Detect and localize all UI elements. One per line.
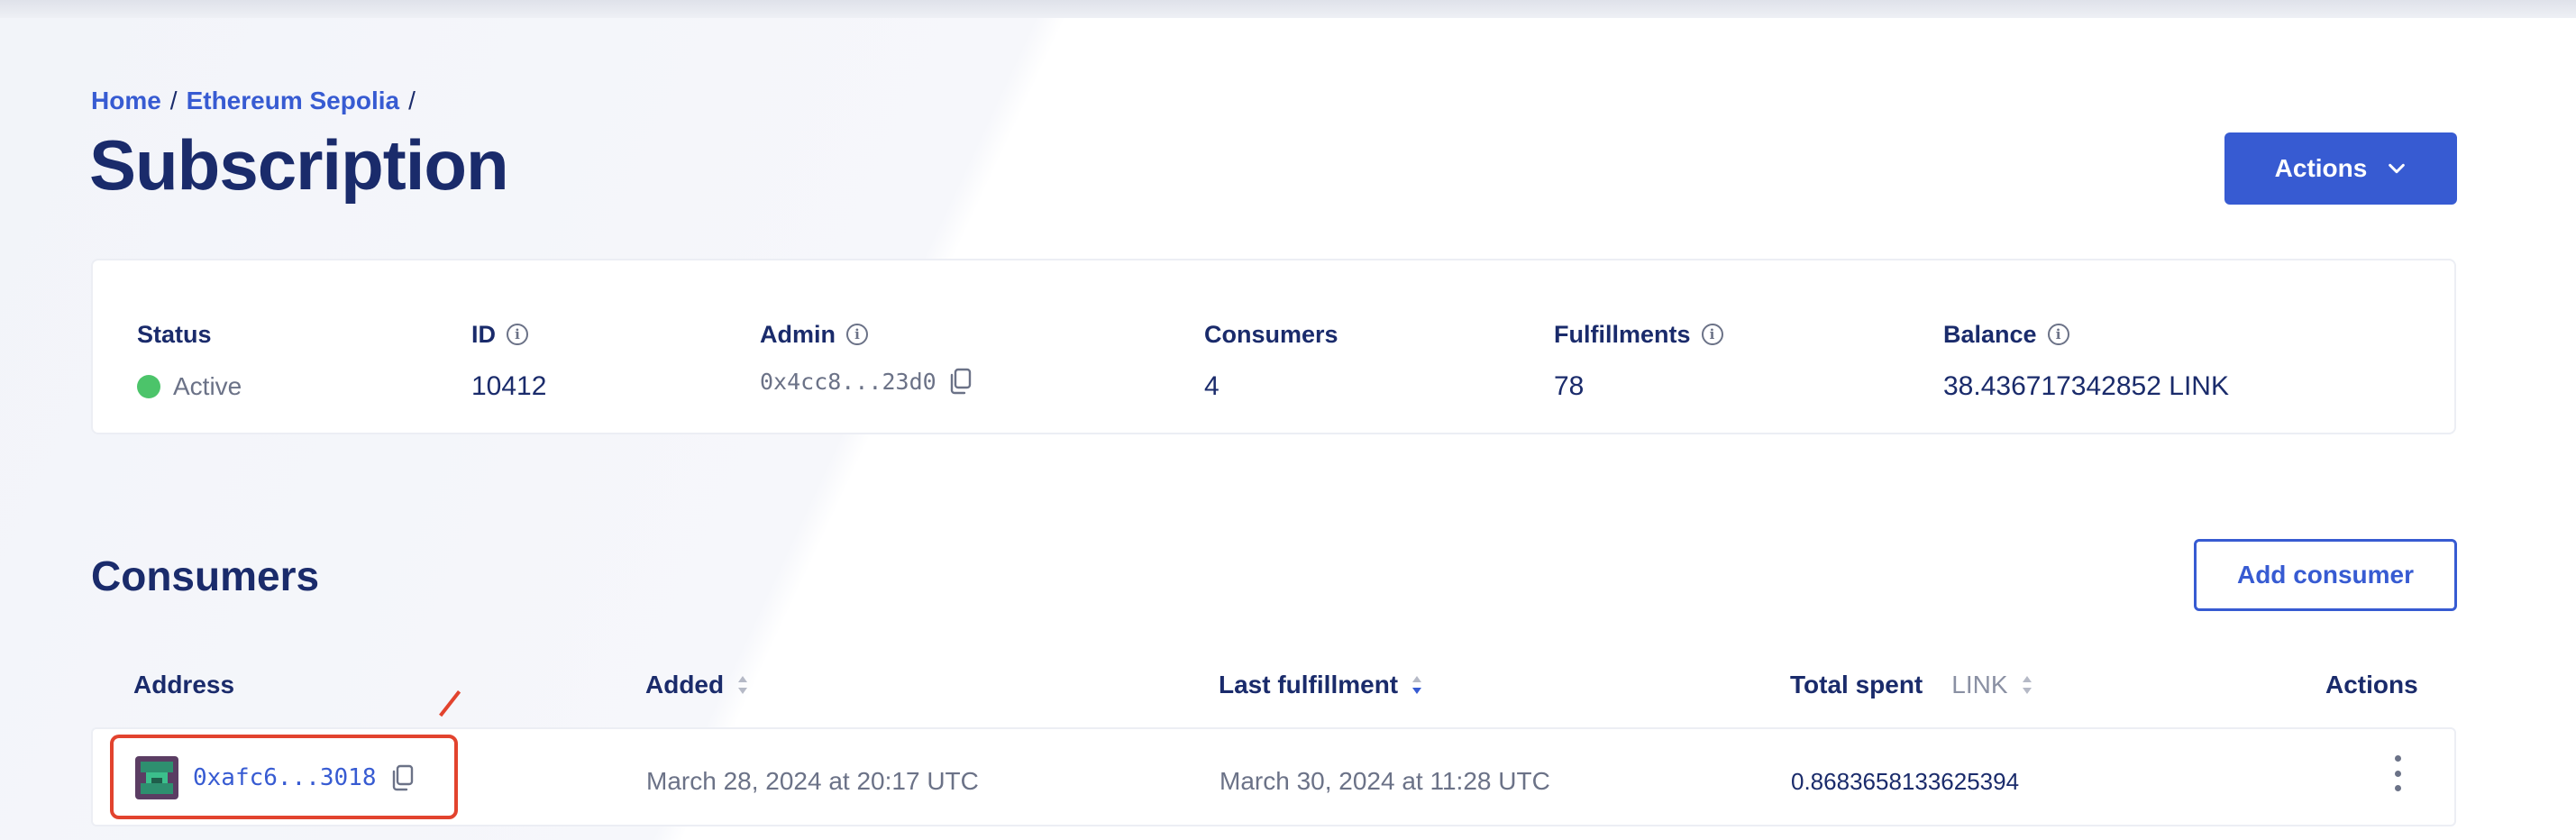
add-consumer-button[interactable]: Add consumer <box>2194 539 2457 611</box>
subscription-summary-card: Status Active ID i 10412 Admin i 0x4cc8.… <box>91 259 2456 434</box>
fulfillments-value: 78 <box>1554 371 1585 401</box>
consumers-section-title: Consumers <box>91 552 320 599</box>
column-header-total-spent[interactable]: Total spent LINK <box>1790 669 2033 701</box>
sort-icon[interactable] <box>736 673 749 697</box>
consumers-stat: Consumers 4 <box>1204 320 1338 403</box>
admin-address: 0x4cc8...23d0 <box>760 368 936 395</box>
copy-icon[interactable] <box>949 368 973 395</box>
info-icon[interactable]: i <box>846 324 868 345</box>
last-fulfillment-cell: March 30, 2024 at 11:28 UTC <box>1219 767 1550 795</box>
actions-header-label: Actions <box>2325 671 2418 698</box>
status-value: Active <box>173 372 242 400</box>
sort-icon[interactable] <box>1411 673 1423 697</box>
fulfillments-label: Fulfillments <box>1554 320 1691 348</box>
breadcrumb-separator: / <box>408 87 416 114</box>
admin-label: Admin <box>760 320 836 348</box>
column-header-address: Address <box>133 669 234 701</box>
balance-stat: Balance i 38.436717342852 LINK <box>1943 320 2229 403</box>
consumers-value: 4 <box>1204 371 1219 401</box>
breadcrumb-separator: / <box>169 87 178 114</box>
fulfillments-stat: Fulfillments i 78 <box>1554 320 1723 403</box>
status-stat: Status Active <box>137 320 242 403</box>
column-header-last-fulfillment[interactable]: Last fulfillment <box>1219 669 1423 701</box>
info-icon[interactable]: i <box>2047 324 2069 345</box>
last-fulfillment-header-label: Last fulfillment <box>1219 671 1399 698</box>
info-icon[interactable]: i <box>1701 324 1723 345</box>
status-dot <box>137 375 160 398</box>
breadcrumb-network[interactable]: Ethereum Sepolia <box>187 87 400 115</box>
total-spent-unit-label: LINK <box>1951 671 2008 698</box>
total-spent-header-label: Total spent <box>1790 671 1923 698</box>
id-stat: ID i 10412 <box>471 320 546 403</box>
balance-value: 38.436717342852 LINK <box>1943 371 2229 401</box>
breadcrumb: Home / Ethereum Sepolia / <box>91 87 416 115</box>
sort-icon[interactable] <box>2021 673 2033 697</box>
id-value: 10412 <box>471 371 547 401</box>
added-header-label: Added <box>645 671 725 698</box>
kebab-menu-icon[interactable] <box>2387 755 2408 791</box>
address-header-label: Address <box>133 671 235 698</box>
balance-label: Balance <box>1943 320 2037 348</box>
id-label: ID <box>471 320 496 348</box>
actions-button[interactable]: Actions <box>2224 132 2457 205</box>
top-bar <box>0 0 2576 18</box>
chevron-down-icon <box>2389 163 2406 174</box>
info-icon[interactable]: i <box>507 324 528 345</box>
status-label: Status <box>137 320 212 348</box>
breadcrumb-home[interactable]: Home <box>91 87 161 115</box>
added-cell: March 28, 2024 at 20:17 UTC <box>646 767 979 795</box>
admin-stat: Admin i 0x4cc8...23d0 <box>760 320 973 397</box>
column-header-actions: Actions <box>2325 669 2418 701</box>
annotation-highlight-box <box>110 735 458 819</box>
actions-button-label: Actions <box>2274 154 2368 182</box>
total-spent-cell: 0.8683658133625394 <box>1791 767 2020 795</box>
consumers-label: Consumers <box>1204 320 1338 348</box>
page-title: Subscription <box>89 125 509 205</box>
column-header-added[interactable]: Added <box>645 669 749 701</box>
